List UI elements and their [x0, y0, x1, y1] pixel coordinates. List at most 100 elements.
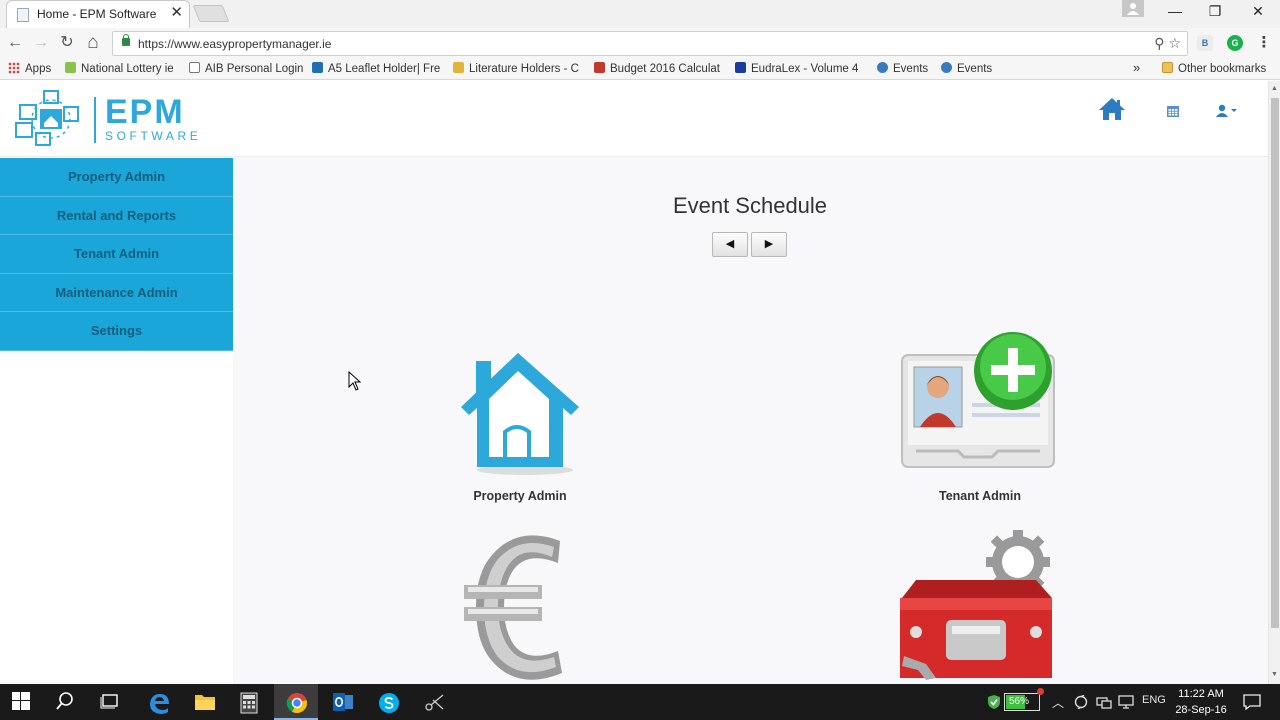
tab-close-icon[interactable]: ✕	[170, 4, 183, 22]
sidebar-item-tenant-admin[interactable]: Tenant Admin	[0, 235, 233, 274]
chrome-menu-icon[interactable]: ⋮	[1256, 35, 1272, 51]
bookmarks-bar: Apps National Lottery ie AIB Personal Lo…	[0, 58, 1280, 80]
task-view-button[interactable]	[88, 684, 132, 720]
folder-icon	[195, 695, 215, 710]
scrollbar-thumb[interactable]	[1271, 98, 1279, 628]
page-viewport: EPM SOFTWARE Property Admin Rental and R…	[0, 81, 1268, 684]
apps-grid-icon	[8, 62, 20, 74]
windows-taskbar: 56% ︿ ENG 11:22 AM 28-Sep-16	[0, 684, 1280, 720]
user-menu-icon[interactable]	[1216, 104, 1240, 118]
restore-button[interactable]: ❐	[1205, 3, 1225, 20]
calculator-icon	[240, 692, 258, 714]
new-tab-button[interactable]	[192, 5, 230, 22]
event-next-button[interactable]: ▶	[751, 232, 787, 257]
address-bar[interactable]: https://www.easypropertymanager.ie ⚲ ☆	[112, 31, 1188, 56]
extension-grammarly-icon[interactable]: G	[1227, 35, 1243, 51]
battery-percent: 56%	[1009, 696, 1030, 707]
forward-button[interactable]: →	[31, 33, 51, 53]
browser-tab[interactable]: Home - EPM Software ✕	[6, 0, 190, 28]
tenant-card-icon[interactable]	[898, 331, 1058, 471]
taskbar-snipping-tool[interactable]	[412, 684, 456, 720]
clock-date[interactable]: 28-Sep-16	[1170, 704, 1232, 716]
taskbar-chrome[interactable]	[274, 684, 318, 720]
bookmark-budget-2016[interactable]: Budget 2016 Calculat	[594, 62, 720, 75]
page-icon	[189, 62, 200, 73]
taskbar-skype[interactable]	[366, 684, 410, 720]
bookmark-apps[interactable]: Apps	[8, 62, 51, 75]
folder-icon	[1162, 62, 1173, 73]
battery-icon[interactable]: 56%	[1004, 688, 1044, 711]
house-icon[interactable]	[455, 349, 585, 477]
taskbar-calculator[interactable]	[228, 684, 272, 720]
display-icon[interactable]	[1118, 695, 1134, 709]
bookmark-literature-holders[interactable]: Literature Holders - C	[453, 62, 579, 75]
mouse-cursor-icon	[348, 371, 362, 391]
bookmark-eudralex[interactable]: EudraLex - Volume 4	[735, 62, 858, 75]
network-icon[interactable]	[1096, 695, 1112, 709]
sidebar-item-property-admin[interactable]: Property Admin	[0, 158, 233, 197]
tile-label-tenant-admin[interactable]: Tenant Admin	[880, 489, 1080, 503]
sidebar-item-rental-and-reports[interactable]: Rental and Reports	[0, 196, 233, 236]
eu-icon	[735, 62, 746, 73]
browser-toolbar: ← → ↻ ⌂ https://www.easypropertymanager.…	[0, 28, 1280, 58]
start-button[interactable]	[0, 684, 44, 720]
event-schedule-title: Event Schedule	[672, 193, 828, 218]
skype-icon	[379, 693, 399, 713]
language-indicator[interactable]: ENG	[1142, 694, 1166, 706]
taskbar-outlook[interactable]	[320, 684, 364, 720]
url-text: https://www.easypropertymanager.ie	[138, 37, 332, 51]
task-view-icon	[100, 694, 118, 709]
calendar-icon[interactable]	[1166, 104, 1180, 118]
browser-titlebar: Home - EPM Software ✕ — ❐ ✕	[0, 0, 1280, 28]
search-icon	[56, 692, 73, 710]
tray-expand-icon[interactable]: ︿	[1052, 694, 1064, 711]
scroll-up-icon[interactable]: ▲	[1271, 85, 1278, 92]
app-header: EPM SOFTWARE	[0, 81, 1268, 157]
events-icon	[877, 62, 888, 73]
sidebar-menu: Property Admin Rental and Reports Tenant…	[0, 158, 233, 351]
bookmark-national-lottery[interactable]: National Lottery ie	[65, 62, 174, 75]
bookmark-a5-leaflet[interactable]: A5 Leaflet Holder| Fre	[312, 62, 440, 75]
reload-button[interactable]: ↻	[57, 33, 77, 53]
tab-title: Home - EPM Software	[37, 7, 157, 21]
budget-icon	[594, 62, 605, 73]
bookmark-events-2[interactable]: Events	[941, 62, 992, 75]
battery-alert-dot	[1037, 688, 1044, 695]
epm-logo[interactable]: EPM SOFTWARE	[14, 89, 204, 151]
toolbox-icon[interactable]	[896, 528, 1062, 684]
extension-b-icon[interactable]: B	[1197, 35, 1213, 51]
scissors-icon	[425, 694, 444, 711]
bookmark-star-icon[interactable]: ⚲ ☆	[1154, 35, 1181, 52]
security-shield-icon[interactable]	[986, 694, 1002, 710]
other-bookmarks[interactable]: Other bookmarks	[1162, 62, 1266, 75]
notifications-icon[interactable]	[1243, 694, 1261, 710]
euro-icon[interactable]	[458, 531, 588, 684]
page-scrollbar[interactable]: ▲ ▼	[1268, 81, 1280, 684]
taskbar-edge[interactable]	[136, 684, 180, 720]
logo-divider	[94, 97, 96, 143]
back-button[interactable]: ←	[5, 33, 25, 53]
bookmarks-overflow-button[interactable]: »	[1133, 60, 1140, 75]
logo-title: EPM	[105, 93, 185, 131]
taskbar-search-button[interactable]	[44, 684, 88, 720]
minimize-button[interactable]: —	[1165, 3, 1185, 19]
tile-label-property-admin[interactable]: Property Admin	[420, 489, 620, 503]
profile-button[interactable]	[1122, 0, 1144, 17]
bookmark-aib[interactable]: AIB Personal Login	[189, 62, 303, 75]
clock-time[interactable]: 11:22 AM	[1170, 688, 1232, 700]
events-icon	[941, 62, 952, 73]
event-prev-button[interactable]: ◀	[712, 232, 748, 257]
scroll-down-icon[interactable]: ▼	[1271, 671, 1278, 678]
sidebar-item-settings[interactable]: Settings	[0, 312, 233, 351]
window-close-button[interactable]: ✕	[1248, 3, 1268, 20]
chrome-icon	[286, 693, 307, 714]
sidebar-item-maintenance-admin[interactable]: Maintenance Admin	[0, 273, 233, 313]
home-icon[interactable]	[1098, 97, 1126, 121]
taskbar-file-explorer[interactable]	[182, 684, 226, 720]
page-favicon-icon	[17, 8, 29, 22]
outlook-icon	[333, 693, 353, 711]
bookmark-events-1[interactable]: Events	[877, 62, 928, 75]
secure-lock-icon	[122, 34, 130, 46]
browser-home-button[interactable]: ⌂	[83, 33, 103, 53]
sync-icon[interactable]	[1073, 695, 1089, 709]
